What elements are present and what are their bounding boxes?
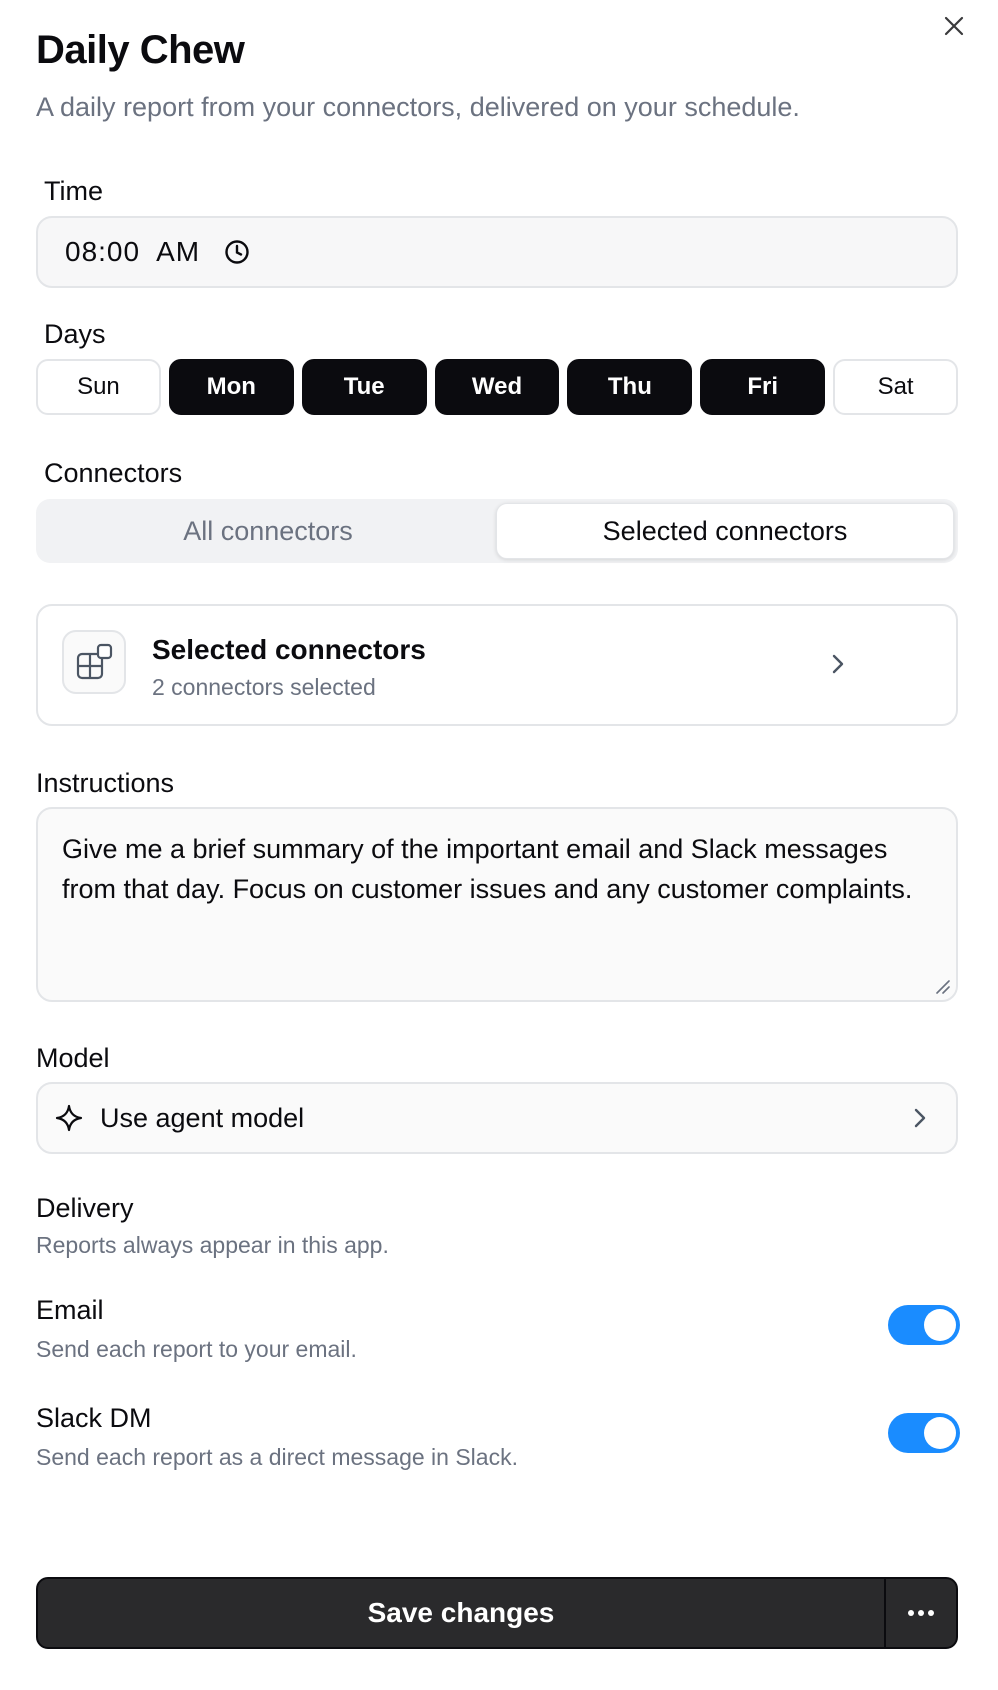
chevron-right-icon — [828, 650, 848, 678]
day-wed-button[interactable]: Wed — [434, 359, 560, 415]
clock-icon[interactable] — [224, 239, 250, 265]
selected-connectors-card[interactable]: Selected connectors 2 connectors selecte… — [36, 604, 958, 726]
page-title: Daily Chew — [36, 28, 245, 72]
save-bar: Save changes — [36, 1577, 958, 1649]
page-subtitle: A daily report from your connectors, del… — [36, 92, 800, 122]
days-selector: Sun Mon Tue Wed Thu Fri Sat — [36, 359, 959, 415]
connectors-icon — [62, 630, 126, 694]
day-fri-button[interactable]: Fri — [700, 359, 826, 415]
slack-dm-toggle[interactable] — [888, 1413, 960, 1453]
email-label: Email — [36, 1295, 104, 1325]
tab-selected-connectors[interactable]: Selected connectors — [496, 503, 954, 559]
model-value: Use agent model — [100, 1102, 305, 1133]
more-icon — [907, 1609, 935, 1617]
toggle-knob — [924, 1309, 956, 1341]
close-icon — [943, 15, 965, 37]
day-mon-button[interactable]: Mon — [168, 359, 294, 415]
connectors-toggle: All connectors Selected connectors — [36, 499, 958, 563]
time-label: Time — [44, 176, 103, 206]
more-options-button[interactable] — [884, 1579, 956, 1647]
connector-card-subtitle: 2 connectors selected — [152, 674, 376, 700]
connector-card-title: Selected connectors — [152, 634, 426, 665]
model-label: Model — [36, 1043, 110, 1073]
instructions-textarea[interactable]: Give me a brief summary of the important… — [36, 807, 958, 1002]
resize-handle-icon[interactable] — [934, 978, 950, 994]
day-sun-button[interactable]: Sun — [36, 359, 161, 415]
sparkle-icon — [54, 1103, 84, 1133]
delivery-label: Delivery — [36, 1193, 134, 1223]
email-toggle[interactable] — [888, 1305, 960, 1345]
toggle-knob — [924, 1417, 956, 1449]
slack-dm-description: Send each report as a direct message in … — [36, 1444, 518, 1470]
time-value: 08:00 AM — [65, 236, 201, 267]
save-button[interactable]: Save changes — [38, 1579, 884, 1647]
day-tue-button[interactable]: Tue — [301, 359, 427, 415]
instructions-text: Give me a brief summary of the important… — [62, 834, 913, 904]
email-description: Send each report to your email. — [36, 1336, 357, 1362]
model-select[interactable]: Use agent model — [36, 1082, 958, 1154]
close-button[interactable] — [938, 10, 970, 42]
slack-dm-label: Slack DM — [36, 1403, 152, 1433]
day-thu-button[interactable]: Thu — [567, 359, 693, 415]
delivery-note: Reports always appear in this app. — [36, 1232, 389, 1258]
instructions-label: Instructions — [36, 768, 175, 798]
day-sat-button[interactable]: Sat — [833, 359, 959, 415]
connectors-label: Connectors — [44, 458, 183, 488]
chevron-right-icon — [910, 1104, 930, 1132]
time-input[interactable]: 08:00 AM — [36, 216, 958, 288]
days-label: Days — [44, 319, 106, 349]
tab-all-connectors[interactable]: All connectors — [40, 503, 496, 559]
